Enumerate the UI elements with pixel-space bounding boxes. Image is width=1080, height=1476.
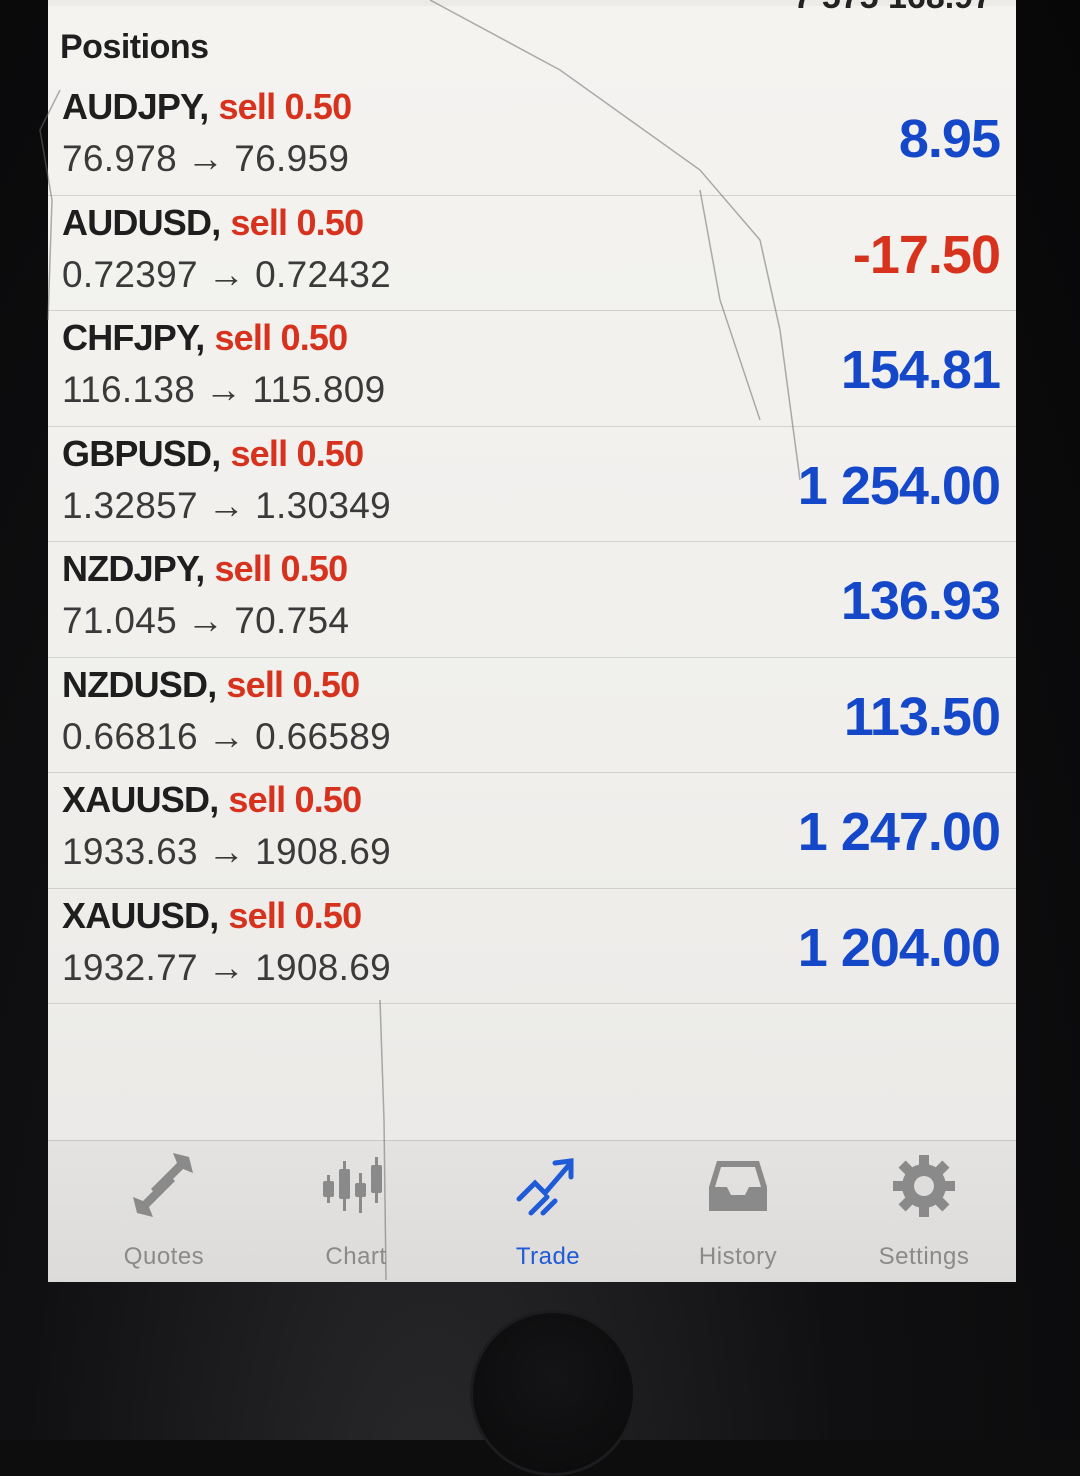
open-price: 0.72397 xyxy=(62,253,198,295)
app-screen: 7 575 168.97 Positions AUDJPY,sell 0.50 … xyxy=(48,0,1016,1282)
account-value: 7 575 168.97 xyxy=(793,0,992,17)
position-symbol: NZDJPY xyxy=(62,548,196,589)
position-profit: 8.95 xyxy=(898,109,1001,169)
open-price: 0.66816 xyxy=(62,715,198,757)
position-symbol: XAUUSD xyxy=(62,779,210,820)
position-symbol: GBPUSD xyxy=(62,432,212,474)
current-price: 70.754 xyxy=(234,600,350,641)
open-price: 76.978 xyxy=(62,138,177,179)
current-price: 76.959 xyxy=(234,138,350,179)
arrow-right-icon: → xyxy=(186,600,225,641)
position-side: sell 0.50 xyxy=(228,779,362,820)
positions-title: Positions xyxy=(60,28,209,66)
current-price: 0.72432 xyxy=(255,253,392,295)
tab-trade[interactable]: Trade xyxy=(468,1151,628,1271)
open-price: 71.045 xyxy=(62,600,177,641)
current-price: 0.66589 xyxy=(255,715,392,757)
position-profit: 136.93 xyxy=(840,571,1001,631)
position-symbol: CHFJPY xyxy=(62,317,196,358)
open-price: 1932.77 xyxy=(62,946,198,988)
position-symbol: NZDUSD xyxy=(62,663,208,705)
chart-icon xyxy=(323,1157,382,1213)
position-row[interactable]: GBPUSD, sell 0.50 1.32857 → 1.30349 1 254.0… xyxy=(48,427,1016,542)
position-side: sell 0.50 xyxy=(230,201,364,243)
position-row[interactable]: AUDUSD, sell 0.50 0.72397 → 0.72432 -17.50 xyxy=(48,196,1016,311)
position-side: sell 0.50 xyxy=(226,663,360,705)
tab-label: History xyxy=(698,1243,778,1270)
settings-icon xyxy=(893,1155,955,1217)
arrow-right-icon: → xyxy=(205,369,243,410)
position-symbol: AUDUSD xyxy=(62,201,212,243)
position-profit: 1 247.00 xyxy=(797,802,1001,862)
arrow-right-icon: → xyxy=(207,484,246,526)
tab-settings[interactable]: Settings xyxy=(844,1151,1004,1271)
position-symbol: XAUUSD xyxy=(62,894,210,936)
history-icon xyxy=(709,1161,767,1211)
position-profit: 1 204.00 xyxy=(797,917,1001,978)
quotes-icon xyxy=(133,1153,193,1217)
home-button[interactable] xyxy=(470,1310,636,1476)
position-profit: 154.81 xyxy=(840,340,1001,400)
position-row[interactable]: NZDUSD, sell 0.50 0.66816 → 0.66589 113.50 xyxy=(48,658,1016,773)
tab-label: Settings xyxy=(878,1243,970,1270)
account-header: 7 575 168.97 xyxy=(48,0,1016,16)
position-side: sell 0.50 xyxy=(218,86,352,127)
positions-list: AUDJPY, sell 0.50 76.978 → 76.959 8.95 AUDU… xyxy=(48,80,1016,1004)
position-profit: 113.50 xyxy=(843,686,1001,747)
phone-body: 7 575 168.97 Positions AUDJPY,sell 0.50 … xyxy=(0,0,1080,1476)
position-profit: -17.50 xyxy=(852,224,1001,285)
open-price: 1933.63 xyxy=(62,831,198,872)
arrow-right-icon: → xyxy=(207,715,246,757)
position-row[interactable]: XAUUSD, sell 0.50 1932.77 → 1908.69 1 204.0… xyxy=(48,889,1016,1004)
arrow-right-icon: → xyxy=(207,946,246,988)
arrow-right-icon: → xyxy=(186,138,225,179)
position-row[interactable]: XAUUSD, sell 0.50 1933.63 → 1908.69 1 247.0… xyxy=(48,773,1016,889)
bottom-tab-bar: Quotes Chart Trade History Settings xyxy=(48,1140,1016,1282)
position-row[interactable]: AUDJPY, sell 0.50 76.978 → 76.959 8.95 xyxy=(48,80,1016,196)
open-price: 116.138 xyxy=(62,369,196,410)
tab-label: Quotes xyxy=(123,1243,205,1270)
arrow-right-icon: → xyxy=(207,831,246,872)
tab-chart[interactable]: Chart xyxy=(276,1151,436,1271)
current-price: 1908.69 xyxy=(255,946,392,988)
position-row[interactable]: NZDJPY, sell 0.50 71.045 → 70.754 136.93 xyxy=(48,542,1016,658)
open-price: 1.32857 xyxy=(62,484,198,526)
current-price: 1.30349 xyxy=(255,484,392,526)
tab-label: Chart xyxy=(325,1243,387,1270)
tab-history[interactable]: History xyxy=(658,1151,818,1271)
position-symbol: AUDJPY xyxy=(62,86,200,127)
current-price: 1908.69 xyxy=(255,831,392,872)
position-side: sell 0.50 xyxy=(214,548,348,589)
position-side: sell 0.50 xyxy=(214,317,348,358)
current-price: 115.809 xyxy=(252,369,386,410)
position-row[interactable]: CHFJPY, sell 0.50 116.138 → 115.809 154.81 xyxy=(48,311,1016,427)
tab-quotes[interactable]: Quotes xyxy=(84,1151,244,1271)
tab-label: Trade xyxy=(515,1243,581,1270)
position-side: sell 0.50 xyxy=(228,894,362,936)
position-side: sell 0.50 xyxy=(230,432,364,474)
arrow-right-icon: → xyxy=(207,253,246,295)
position-profit: 1 254.00 xyxy=(797,455,1001,516)
trade-icon xyxy=(516,1158,574,1216)
